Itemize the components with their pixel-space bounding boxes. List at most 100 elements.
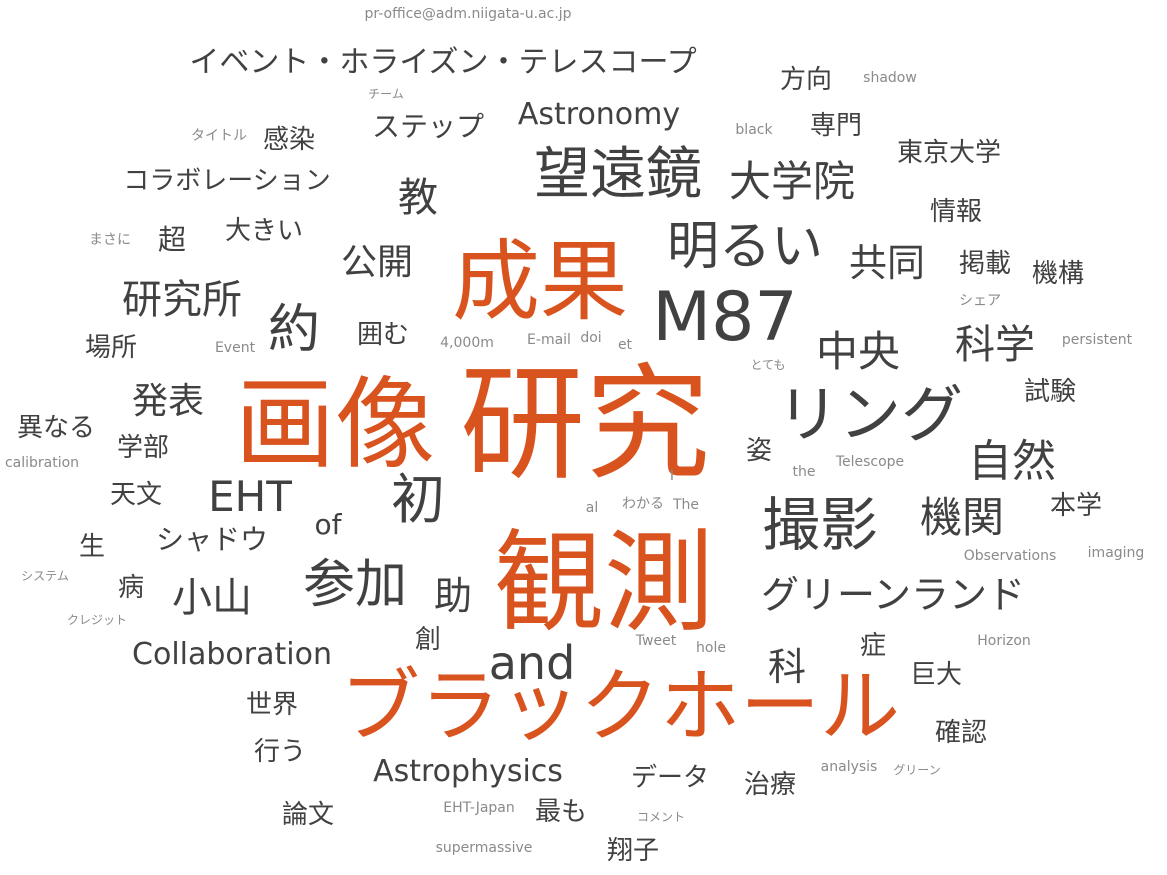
word-45: 機構 [1031,259,1085,289]
word-persistent: persistent [1061,332,1133,348]
word-63: データ [630,763,710,793]
word-eht-japan: EHT-Japan [443,800,515,816]
word-3: 成果 [451,230,629,333]
word-observations: Observations [963,548,1057,564]
word-calibration: calibration [4,455,80,471]
word-99: コメント [636,810,686,824]
word-doi: doi [580,330,602,346]
word-19: 自然 [968,436,1056,487]
word-et: et [617,337,633,353]
word-25: 公開 [340,242,414,283]
word-hole: hole [696,640,726,656]
word-analysis: analysis [820,759,878,775]
word-73: まさに [89,232,131,248]
word-4: 観測 [494,519,714,647]
word-17: 中央 [815,327,901,376]
word-10: 撮影 [761,491,879,559]
word-48: 異なる [16,413,96,443]
word-event: Event [214,340,256,356]
word-51: 試験 [1023,377,1077,407]
word-telescope: Telescope [835,454,905,470]
word-61: 行う [253,737,307,767]
word-collaboration: Collaboration [132,637,332,672]
word-66: 最も [534,797,588,827]
word-astrophysics: Astrophysics [373,754,563,789]
word-7: リング [776,378,964,451]
word-36: シャドウ [155,523,269,556]
word-34: コラボレーション [123,166,331,196]
word-40: 感染 [262,125,316,155]
word-42: 超 [157,223,187,256]
word-the: the [792,464,816,480]
word-al: al [585,500,599,516]
word-cloud: 研究 画像 成果 観測 ブラックホール M87 リング 望遠鏡 明るい 撮影 and 参加約初 EHT 大… [0,0,1167,875]
word-67: 翔子 [606,836,660,866]
word-16: 大学院 [728,157,856,206]
word-37: 東京大学 [896,138,1002,168]
word-i: I [669,468,675,484]
word-28: 助 [433,574,473,618]
word-81: とても [750,358,786,372]
word-black: black [735,122,773,138]
word-62: 確認 [934,718,988,748]
word-71: タイトル [191,128,247,144]
word-49: 学部 [116,433,170,463]
word-of: of [314,508,342,541]
word-22: 研究所 [122,277,242,323]
word-the: The [672,497,700,513]
word-2: 画像 [235,366,435,483]
word-and: and [488,636,576,690]
word-29: グリーンランド [760,573,1026,617]
word-50: 天文 [109,480,163,510]
word-59: 巨大 [909,660,963,690]
word-27: 科 [767,645,807,689]
word-87: わかる [622,496,664,512]
word-21: 小山 [172,575,252,621]
word-tweet: Tweet [635,633,677,649]
word-92: クレジット [66,613,128,627]
word-38: 方向 [779,65,833,95]
word-70: チーム [368,87,404,101]
word-55: 生 [78,532,106,562]
word-23: 発表 [131,381,205,422]
word-astronomy: Astronomy [517,97,681,132]
word-41: 大きい [224,216,304,246]
word-65: 論文 [281,800,335,830]
word-53: 本学 [1049,491,1103,521]
word-57: 創 [414,625,442,655]
word-8: 望遠鏡 [534,142,702,207]
word-26: 教 [398,175,438,221]
word-30: イベント・ホライズン・テレスコープ [189,45,697,80]
word-m87: M87 [652,278,798,357]
word-4-000m: 4,000m [440,335,494,351]
word-43: 情報 [929,197,983,227]
word-9: 明るい [666,217,824,277]
word-13: 約 [267,300,321,360]
word-74: シェア [959,293,1001,309]
word-44: 掲載 [958,249,1012,279]
word-12: 参加 [302,555,408,615]
word-58: 症 [859,631,887,661]
word-97: グリーン [893,763,941,777]
word-eht: EHT [208,472,292,521]
word-18: 科学 [955,322,1035,368]
word-5: ブラックホール [340,660,900,753]
word-56: 病 [117,573,145,603]
word-e-mail: E-mail [527,332,571,348]
word-shadow: shadow [863,70,917,86]
word-24: 共同 [848,241,926,285]
word-35: ステップ [371,110,485,143]
word-91: システム [21,569,69,583]
word-60: 世界 [245,690,299,720]
word-20: 機関 [919,493,1005,542]
word-64: 治療 [743,770,797,800]
word-horizon: Horizon [977,633,1031,649]
word-39: 専門 [809,111,863,141]
word-47: 場所 [84,333,138,363]
word-46: 囲む [356,320,410,350]
word-14: 初 [391,468,445,531]
word-imaging: imaging [1087,545,1145,561]
word-52: 姿 [745,436,773,466]
word-supermassive: supermassive [435,840,533,856]
word-pr-office-adm-niigata-u-ac-jp: pr-office@adm.niigata-u.ac.jp [364,6,572,22]
